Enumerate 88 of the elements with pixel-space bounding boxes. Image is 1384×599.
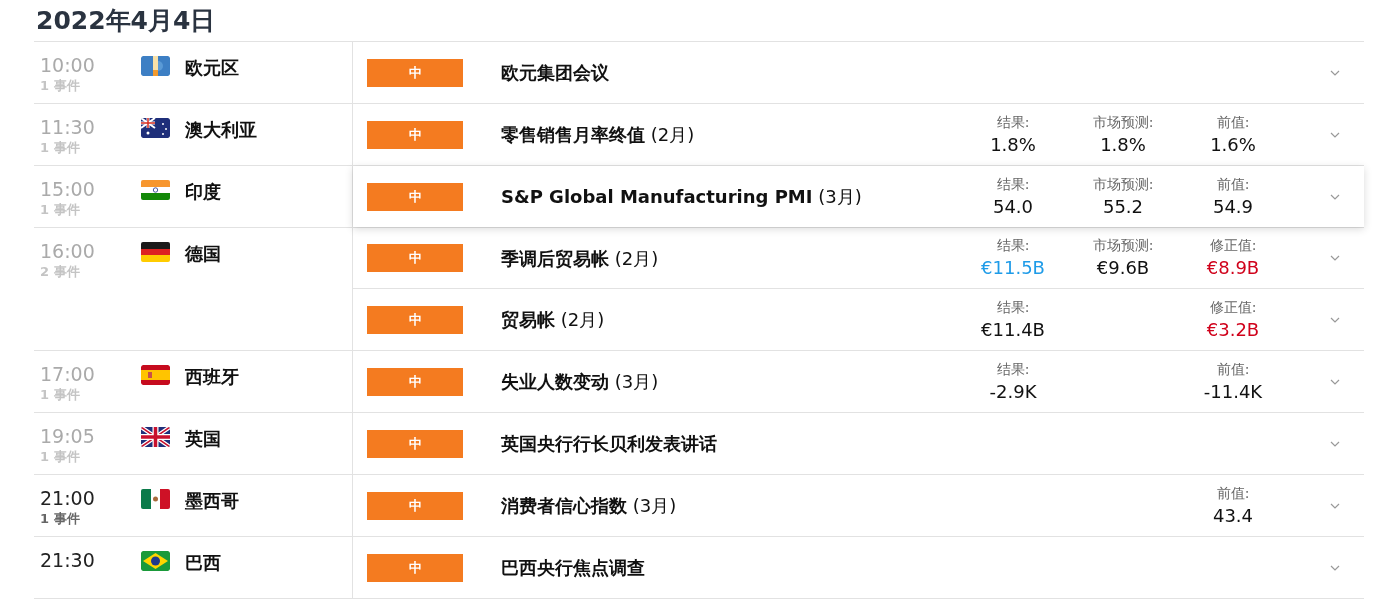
value: 54.9 bbox=[1212, 194, 1254, 219]
value: -2.9K bbox=[989, 379, 1037, 404]
event-time: 19:05 bbox=[40, 424, 96, 448]
event-row[interactable]: 中 S&P Global Manufacturing PMI (3月) 结果: 54.0 市场预测: 55.2 前值: 54.9 bbox=[353, 166, 1364, 227]
value-label: 市场预测: bbox=[1092, 236, 1154, 255]
event-count: 1 事件 bbox=[40, 448, 81, 466]
chevron-down-icon[interactable] bbox=[1330, 131, 1340, 138]
value: €3.2B bbox=[1206, 317, 1260, 342]
value: 54.0 bbox=[992, 194, 1034, 219]
value-label: 前值: bbox=[1216, 483, 1250, 503]
impact-badge: 中 bbox=[367, 182, 463, 211]
country-name: 印度 bbox=[185, 180, 221, 204]
event-title[interactable]: 英国央行行长贝利发表讲话 bbox=[501, 433, 717, 454]
event-title[interactable]: S&P Global Manufacturing PMI (3月) bbox=[501, 186, 862, 207]
event-row[interactable]: 中 季调后贸易帐 (2月) 结果: €11.5B 市场预测: €9.6B 修正值: €8.9B bbox=[353, 228, 1364, 289]
value: €9.6B bbox=[1096, 256, 1150, 280]
country-name: 巴西 bbox=[185, 551, 221, 575]
event-title[interactable]: 消费者信心指数 (3月) bbox=[501, 495, 677, 516]
value-label: 修正值: bbox=[1209, 297, 1257, 317]
country-name: 澳大利亚 bbox=[185, 118, 257, 142]
value-label: 市场预测: bbox=[1092, 112, 1154, 132]
event-title[interactable]: 零售销售月率终值 (2月) bbox=[501, 124, 695, 145]
event-title[interactable]: 季调后贸易帐 (2月) bbox=[501, 247, 659, 269]
value: €8.9B bbox=[1206, 256, 1260, 280]
event-time: 11:30 bbox=[40, 115, 96, 139]
value-label: 结果: bbox=[996, 297, 1030, 317]
value: €11.4B bbox=[981, 317, 1045, 342]
event-time: 16:00 bbox=[40, 239, 96, 263]
impact-badge: 中 bbox=[367, 367, 463, 396]
value: 43.4 bbox=[1212, 503, 1254, 528]
impact-badge: 中 bbox=[367, 120, 463, 149]
chevron-down-icon[interactable] bbox=[1330, 316, 1340, 323]
event-count: 1 事件 bbox=[40, 201, 81, 219]
chevron-down-icon[interactable] bbox=[1330, 193, 1340, 200]
value: €11.5B bbox=[981, 256, 1045, 280]
chevron-down-icon[interactable] bbox=[1330, 564, 1340, 571]
event-count: 1 事件 bbox=[40, 510, 81, 528]
impact-badge: 中 bbox=[367, 244, 463, 272]
event-count: 1 事件 bbox=[40, 139, 81, 157]
value: 1.6% bbox=[1210, 132, 1256, 157]
event-time: 10:00 bbox=[40, 53, 96, 77]
event-title[interactable]: 巴西央行焦点调查 bbox=[501, 557, 645, 578]
value-label: 市场预测: bbox=[1092, 174, 1154, 194]
event-count: 1 事件 bbox=[40, 386, 81, 404]
value-label: 前值: bbox=[1216, 359, 1250, 379]
value-label: 结果: bbox=[996, 112, 1030, 132]
value-label: 修正值: bbox=[1209, 236, 1257, 255]
country-name: 欧元区 bbox=[185, 56, 239, 80]
impact-badge: 中 bbox=[367, 305, 463, 334]
value-label: 结果: bbox=[996, 236, 1030, 255]
event-title[interactable]: 欧元集团会议 bbox=[501, 62, 609, 83]
impact-badge: 中 bbox=[367, 553, 463, 582]
value: 1.8% bbox=[1100, 132, 1146, 157]
value-label: 结果: bbox=[996, 359, 1030, 379]
country-name: 英国 bbox=[185, 427, 221, 451]
impact-badge: 中 bbox=[367, 491, 463, 520]
chevron-down-icon[interactable] bbox=[1330, 502, 1340, 509]
event-row[interactable]: 中 失业人数变动 (3月) 结果: -2.9K 前值: -11.4K bbox=[353, 351, 1364, 412]
value: 55.2 bbox=[1102, 194, 1144, 219]
event-row[interactable]: 中 消费者信心指数 (3月) 前值: 43.4 bbox=[353, 475, 1364, 536]
country-name: 德国 bbox=[185, 242, 221, 266]
impact-badge: 中 bbox=[367, 58, 463, 87]
event-row[interactable]: 中 零售销售月率终值 (2月) 结果: 1.8% 市场预测: 1.8% 前值: 1.6% bbox=[353, 104, 1364, 165]
chevron-down-icon[interactable] bbox=[1330, 440, 1340, 447]
country-name: 西班牙 bbox=[185, 365, 239, 389]
chevron-down-icon[interactable] bbox=[1330, 378, 1340, 385]
event-title[interactable]: 失业人数变动 (3月) bbox=[501, 371, 659, 392]
event-row[interactable]: 中 欧元集团会议 bbox=[353, 42, 1364, 103]
event-time: 21:00 bbox=[40, 486, 96, 510]
event-row[interactable]: 中 英国央行行长贝利发表讲话 bbox=[353, 413, 1364, 474]
event-count: 1 事件 bbox=[40, 77, 81, 95]
event-time: 17:00 bbox=[40, 362, 96, 386]
chevron-down-icon[interactable] bbox=[1330, 255, 1340, 261]
date-heading: 2022年4月4日 bbox=[34, 0, 1364, 42]
event-count: 2 事件 bbox=[40, 263, 81, 281]
value: -11.4K bbox=[1203, 379, 1263, 404]
event-title[interactable]: 贸易帐 (2月) bbox=[501, 309, 605, 330]
event-time: 15:00 bbox=[40, 177, 96, 201]
event-row[interactable]: 中 贸易帐 (2月) 结果: €11.4B 修正值: €3.2B bbox=[353, 289, 1364, 350]
impact-badge: 中 bbox=[367, 429, 463, 458]
chevron-down-icon[interactable] bbox=[1330, 69, 1340, 76]
value-label: 结果: bbox=[996, 174, 1030, 194]
country-name: 墨西哥 bbox=[185, 489, 239, 513]
value: 1.8% bbox=[990, 132, 1036, 157]
value-label: 前值: bbox=[1216, 112, 1250, 132]
value-label: 前值: bbox=[1216, 174, 1250, 194]
event-row[interactable]: 中 巴西央行焦点调查 bbox=[353, 537, 1364, 598]
event-time: 21:30 bbox=[40, 548, 96, 572]
